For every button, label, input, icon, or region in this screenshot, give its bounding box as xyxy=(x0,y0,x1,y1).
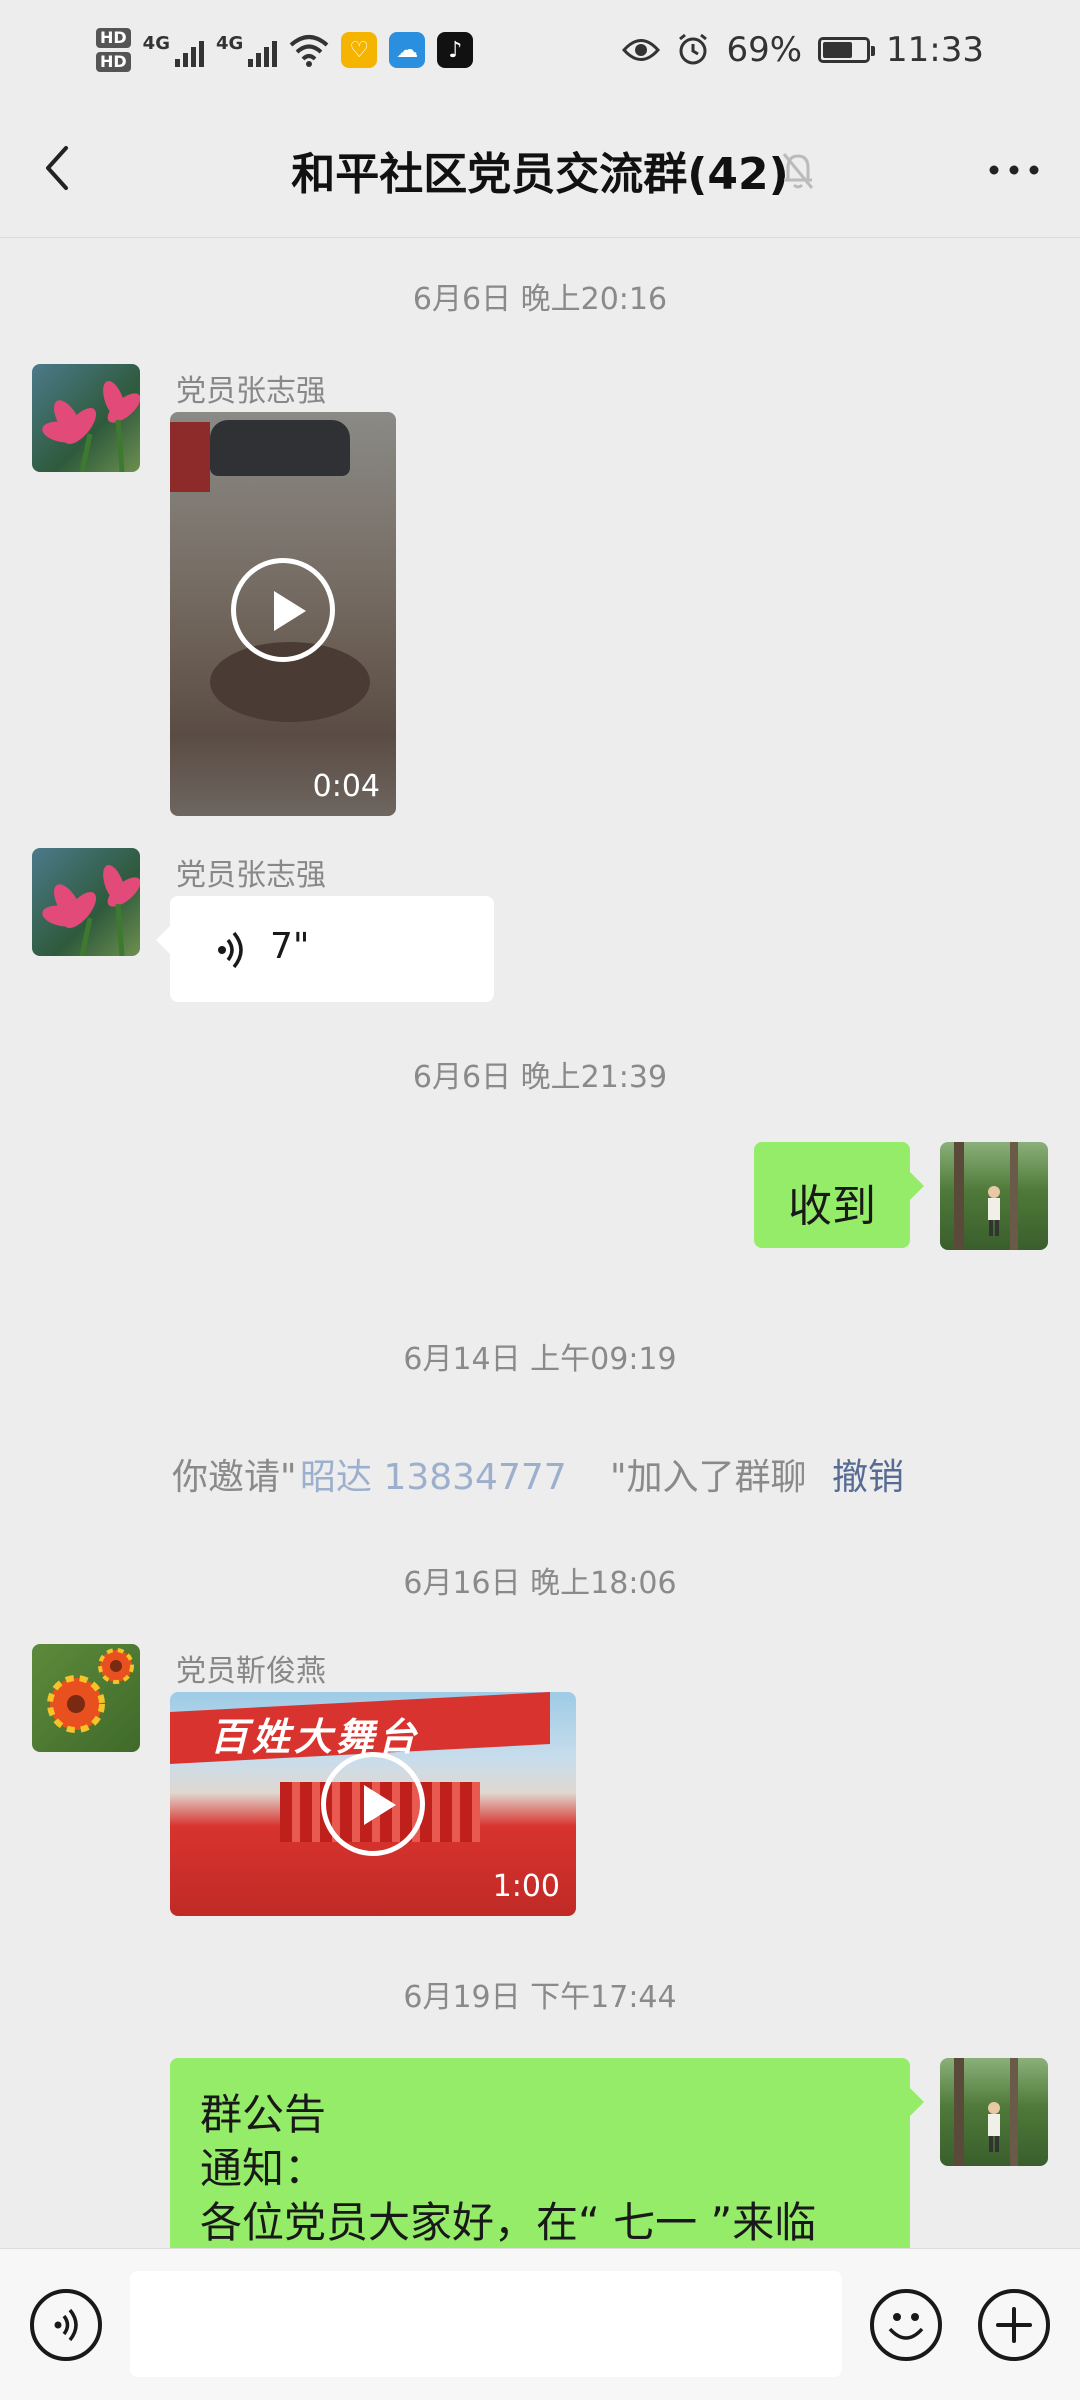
status-left: HD HD 4G 4G ♡ ☁ ♪ xyxy=(96,28,474,72)
outgoing-message[interactable]: 收到 xyxy=(754,1142,924,1248)
revoke-link[interactable]: 撤销 xyxy=(832,1448,904,1500)
gaillardia-flower-image xyxy=(47,1648,134,1733)
hd-indicator: HD HD xyxy=(96,28,131,72)
voice-icon xyxy=(218,931,243,969)
lily-flower-image xyxy=(42,864,140,956)
chat-title: 和平社区党员交流群(42) xyxy=(291,149,789,200)
voice-input-button[interactable] xyxy=(30,2289,102,2361)
status-right: 69% 11:33 xyxy=(622,30,984,70)
wifi-icon xyxy=(289,35,329,67)
timestamp: 6月6日 晚上20:16 xyxy=(412,282,668,317)
notice-line: 通知： xyxy=(200,2144,327,2193)
video-message[interactable]: 百姓大舞台 1:00 xyxy=(170,1692,576,1916)
red-car-shape xyxy=(170,422,210,492)
signal-icon-2: 4G xyxy=(215,33,278,67)
notice-title: 群公告 xyxy=(200,2090,327,2139)
avatar-sender[interactable] xyxy=(32,364,140,472)
avatar-self[interactable] xyxy=(940,2058,1048,2166)
avatar-sender[interactable] xyxy=(32,848,140,956)
voice-icon xyxy=(54,2308,78,2342)
emoji-icon xyxy=(888,2313,924,2340)
chat-title-container: 和平社区党员交流群(42) xyxy=(0,138,1080,202)
play-icon[interactable] xyxy=(231,558,335,662)
chat-header: 和平社区党员交流群(42) xyxy=(0,100,1080,238)
eye-icon xyxy=(622,39,661,61)
sender-name: 党员张志强 xyxy=(176,858,326,893)
hd-badge-2: HD xyxy=(96,52,131,72)
avatar-self[interactable] xyxy=(940,1142,1048,1250)
sender-name: 党员靳俊燕 xyxy=(176,1654,326,1689)
clock: 11:33 xyxy=(886,30,984,70)
signal-icon: 4G xyxy=(143,33,204,67)
invited-member-name[interactable]: 昭达 13834777 xyxy=(300,1448,567,1500)
timestamp: 6月14日 上午09:19 xyxy=(403,1342,677,1377)
battery-icon xyxy=(818,37,876,63)
system-prefix: 你邀请" xyxy=(172,1457,297,1498)
status-bar: HD HD 4G 4G ♡ ☁ ♪ 69% 11:33 xyxy=(0,0,1080,100)
lily-flower-image xyxy=(42,380,140,472)
more-dots-icon[interactable] xyxy=(984,148,1044,192)
app-notification-icon: ♡ xyxy=(341,32,378,68)
weather-app-icon: ☁ xyxy=(389,32,426,68)
notice-text: 群公告 通知： 各位党员大家好，在“ 七一 ”来临 xyxy=(200,2088,816,2250)
emoji-button[interactable] xyxy=(870,2289,942,2361)
plus-icon xyxy=(996,2307,1032,2343)
voice-message[interactable]: 7" xyxy=(156,896,494,1002)
avatar-sender[interactable] xyxy=(32,1644,140,1752)
input-bar xyxy=(0,2248,1080,2400)
timestamp: 6月19日 下午17:44 xyxy=(403,1980,677,2015)
tiktok-app-icon: ♪ xyxy=(437,32,474,68)
message-text: 收到 xyxy=(788,1181,876,1232)
group-notice-message[interactable]: 群公告 通知： 各位党员大家好，在“ 七一 ”来临 xyxy=(170,2058,924,2258)
battery-percent: 69% xyxy=(726,30,803,70)
plus-button[interactable] xyxy=(978,2289,1050,2361)
alarm-icon xyxy=(679,33,708,65)
system-suffix: "加入了群聊 xyxy=(610,1457,807,1498)
person-in-park-image xyxy=(954,1142,1018,1250)
network-type-2: 4G xyxy=(215,33,244,54)
person-in-park-image xyxy=(954,2058,1018,2166)
message-input[interactable] xyxy=(130,2271,842,2377)
stage-banner-text: 百姓大舞台 xyxy=(210,1715,421,1759)
video-duration: 0:04 xyxy=(312,769,380,804)
timestamp: 6月16日 晚上18:06 xyxy=(403,1566,677,1601)
sender-name: 党员张志强 xyxy=(176,374,326,409)
voice-duration: 7" xyxy=(270,926,310,967)
bell-off-icon xyxy=(782,153,814,189)
notice-line: 各位党员大家好，在“ 七一 ”来临 xyxy=(200,2198,817,2247)
video-message[interactable]: 0:04 xyxy=(170,412,396,816)
hd-badge-1: HD xyxy=(96,28,131,48)
play-icon[interactable] xyxy=(321,1752,425,1856)
network-type-1: 4G xyxy=(142,33,170,54)
timestamp: 6月6日 晚上21:39 xyxy=(412,1060,668,1095)
video-duration: 1:00 xyxy=(492,1869,560,1904)
battery-fill xyxy=(823,42,853,58)
car-shape xyxy=(210,420,350,476)
